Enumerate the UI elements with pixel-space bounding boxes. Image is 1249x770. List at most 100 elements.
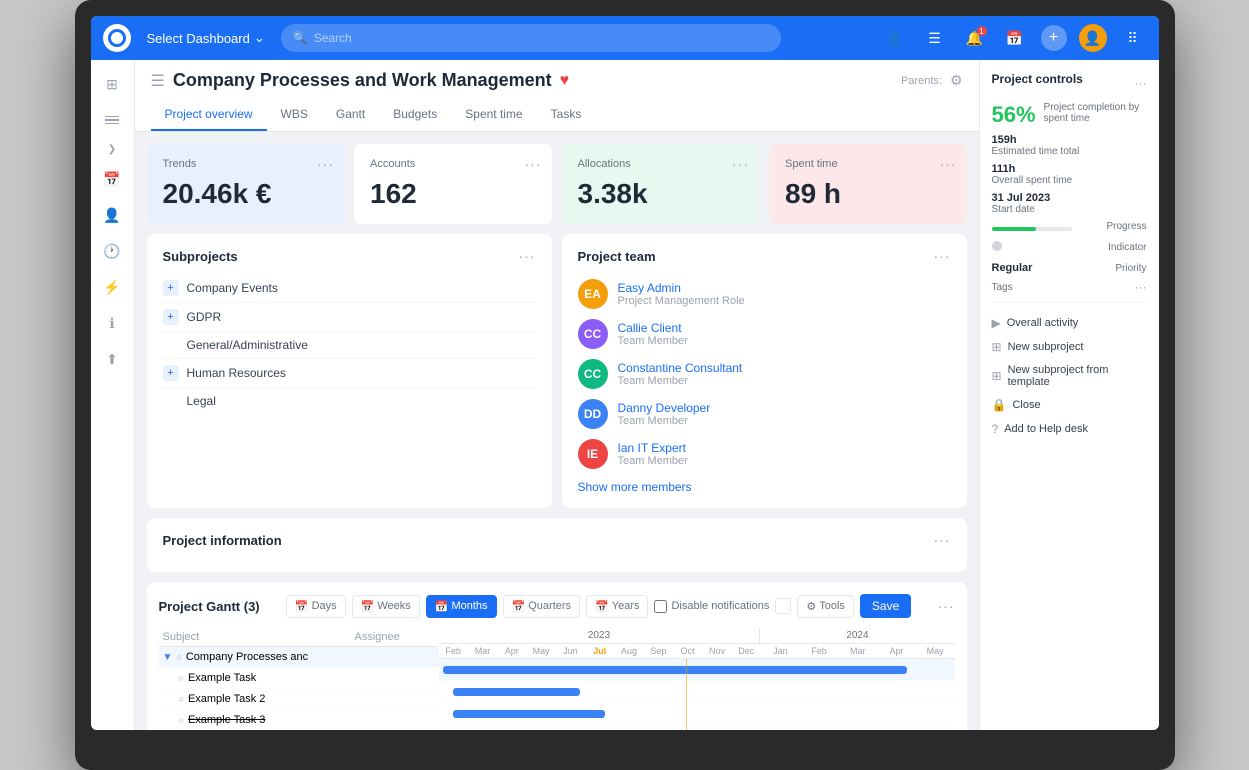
member-info: Danny Developer Team Member <box>618 401 711 427</box>
tab-project-overview[interactable]: Project overview <box>151 99 267 131</box>
apps-icon[interactable]: ⠿ <box>1119 24 1147 52</box>
notification-icon[interactable]: 🔔 1 <box>961 24 989 52</box>
accounts-title: Accounts <box>370 158 536 170</box>
parents-label: Parents: <box>901 75 942 87</box>
allocations-title: Allocations <box>578 158 744 170</box>
team-member: DD Danny Developer Team Member <box>578 394 951 434</box>
notification-badge: 1 <box>977 26 987 36</box>
subprojects-more[interactable]: ··· <box>519 248 536 264</box>
logo[interactable] <box>103 24 131 52</box>
subproject-item[interactable]: Legal <box>163 388 536 414</box>
gantt-years-btn[interactable]: 📅 Years <box>586 595 648 618</box>
page-tabs: Project overview WBS Gantt Budgets Spent… <box>151 99 963 131</box>
action-subproject-template[interactable]: ⊞ New subproject from template <box>992 359 1147 393</box>
search-bar[interactable]: 🔍 Search <box>281 24 781 52</box>
tab-spent-time[interactable]: Spent time <box>451 99 536 131</box>
action-help-desk[interactable]: ? Add to Help desk <box>992 417 1147 441</box>
tab-gantt[interactable]: Gantt <box>322 99 379 131</box>
gantt-months-btn[interactable]: 📅 Months <box>426 595 497 618</box>
sidebar-expand-icon[interactable]: ⬆ <box>96 343 128 375</box>
disable-notifications-check[interactable]: Disable notifications <box>654 600 769 613</box>
gantt-bar <box>453 688 580 696</box>
tab-budgets[interactable]: Budgets <box>379 99 451 131</box>
calendar-icon[interactable]: 📅 <box>1001 24 1029 52</box>
subproject-item[interactable]: + Human Resources <box>163 359 536 388</box>
team-member: CC Constantine Consultant Team Member <box>578 354 951 394</box>
sidebar-info-icon[interactable]: ℹ <box>96 307 128 339</box>
plus-square-icon: ⊞ <box>992 340 1002 354</box>
allocations-value: 3.38k <box>578 178 744 210</box>
menu-icon[interactable]: ☰ <box>921 24 949 52</box>
sidebar-grid-icon[interactable]: ⊞ <box>96 68 128 100</box>
action-overall-activity[interactable]: ▶ Overall activity <box>992 311 1147 335</box>
gantt-icon-btn[interactable] <box>775 598 791 614</box>
row-collapse[interactable]: ▼ <box>163 652 173 663</box>
divider <box>992 302 1147 303</box>
gantt-quarters-btn[interactable]: 📅 Quarters <box>503 595 581 618</box>
gantt-row: ○ Example Task 2 <box>159 689 439 710</box>
gantt-days-btn[interactable]: 📅 Days <box>286 595 346 618</box>
user-icon[interactable]: 👤 <box>881 24 909 52</box>
show-more-members[interactable]: Show more members <box>578 480 951 494</box>
dashboard-selector[interactable]: Select Dashboard ⌄ <box>139 26 273 50</box>
team-member: EA Easy Admin Project Management Role <box>578 274 951 314</box>
year-2024: 2024 <box>760 628 954 643</box>
hamburger-icon: ☰ <box>151 71 165 91</box>
sidebar-clock-icon[interactable]: 🕐 <box>96 235 128 267</box>
completion-label: Project completion by spent time <box>1044 102 1147 124</box>
tab-wbs[interactable]: WBS <box>267 99 322 131</box>
template-icon: ⊞ <box>992 369 1002 383</box>
action-new-subproject[interactable]: ⊞ New subproject <box>992 335 1147 359</box>
notify-checkbox[interactable] <box>654 600 667 613</box>
page-title: Company Processes and Work Management <box>173 70 552 91</box>
team-more[interactable]: ··· <box>934 248 951 264</box>
tools-btn[interactable]: ⚙ Tools <box>797 595 854 618</box>
subproject-item[interactable]: + GDPR <box>163 303 536 332</box>
subproject-item[interactable]: + Company Events <box>163 274 536 303</box>
tags-more[interactable]: ··· <box>1135 280 1147 294</box>
trends-value: 20.46k € <box>163 178 329 210</box>
page-header: ☰ Company Processes and Work Management … <box>135 60 979 132</box>
sidebar-table-icon[interactable] <box>96 104 128 136</box>
gantt-more[interactable]: ··· <box>938 598 955 614</box>
left-sidebar: ⊞ ❯ 📅 👤 🕐 ⚡ ℹ ⬆ <box>91 60 135 730</box>
subprojects-panel: Subprojects ··· + Company Events + <box>147 234 552 508</box>
subproject-add-icon: + <box>163 280 179 296</box>
project-info-more[interactable]: ··· <box>934 532 951 548</box>
add-button[interactable]: + <box>1041 25 1067 51</box>
col-assignee: Assignee <box>355 631 435 643</box>
trends-card: Trends 20.46k € ··· <box>147 144 345 224</box>
spent-time-more[interactable]: ··· <box>940 156 957 172</box>
allocations-more[interactable]: ··· <box>732 156 749 172</box>
controls-more[interactable]: ··· <box>1135 76 1147 90</box>
sidebar-person-icon[interactable]: 👤 <box>96 199 128 231</box>
sidebar-calendar-icon[interactable]: 📅 <box>96 163 128 195</box>
year-2023: 2023 <box>439 628 761 643</box>
gantt-controls: 📅 Days 📅 Weeks 📅 Months 📅 Quarters 📅 Yea… <box>286 594 911 618</box>
member-info: Callie Client Team Member <box>618 321 688 347</box>
indicator-dot <box>992 241 1002 251</box>
save-button[interactable]: Save <box>860 594 911 618</box>
filter-icon[interactable]: ⚙ <box>950 72 963 89</box>
completion-pct: 56% <box>992 102 1036 128</box>
project-team-panel: Project team ··· EA Easy Admin Project M… <box>562 234 967 508</box>
user-avatar[interactable]: 👤 <box>1079 24 1107 52</box>
sidebar-collapse[interactable]: ❯ <box>108 144 116 155</box>
tab-tasks[interactable]: Tasks <box>537 99 596 131</box>
gantt-weeks-btn[interactable]: 📅 Weeks <box>352 595 420 618</box>
team-member: IE Ian IT Expert Team Member <box>578 434 951 474</box>
dashboard-content: Trends 20.46k € ··· Accounts 162 ··· All… <box>135 132 979 730</box>
subprojects-list: + Company Events + GDPR General/Administ… <box>163 274 536 414</box>
subproject-item[interactable]: General/Administrative <box>163 332 536 359</box>
project-controls-title: Project controls <box>992 72 1083 86</box>
indicator-label: Indicator <box>1108 242 1146 253</box>
trends-more[interactable]: ··· <box>317 156 334 172</box>
favorite-icon[interactable]: ♥ <box>560 72 570 90</box>
sidebar-lightning-icon[interactable]: ⚡ <box>96 271 128 303</box>
action-close[interactable]: 🔒 Close <box>992 393 1147 417</box>
overall-spent-value: 111h <box>992 163 1073 175</box>
stats-row: Trends 20.46k € ··· Accounts 162 ··· All… <box>147 144 967 224</box>
accounts-more[interactable]: ··· <box>525 156 542 172</box>
gantt-row: ▼ ○ Company Processes anc <box>159 647 439 668</box>
priority-label: Priority <box>1115 263 1146 274</box>
